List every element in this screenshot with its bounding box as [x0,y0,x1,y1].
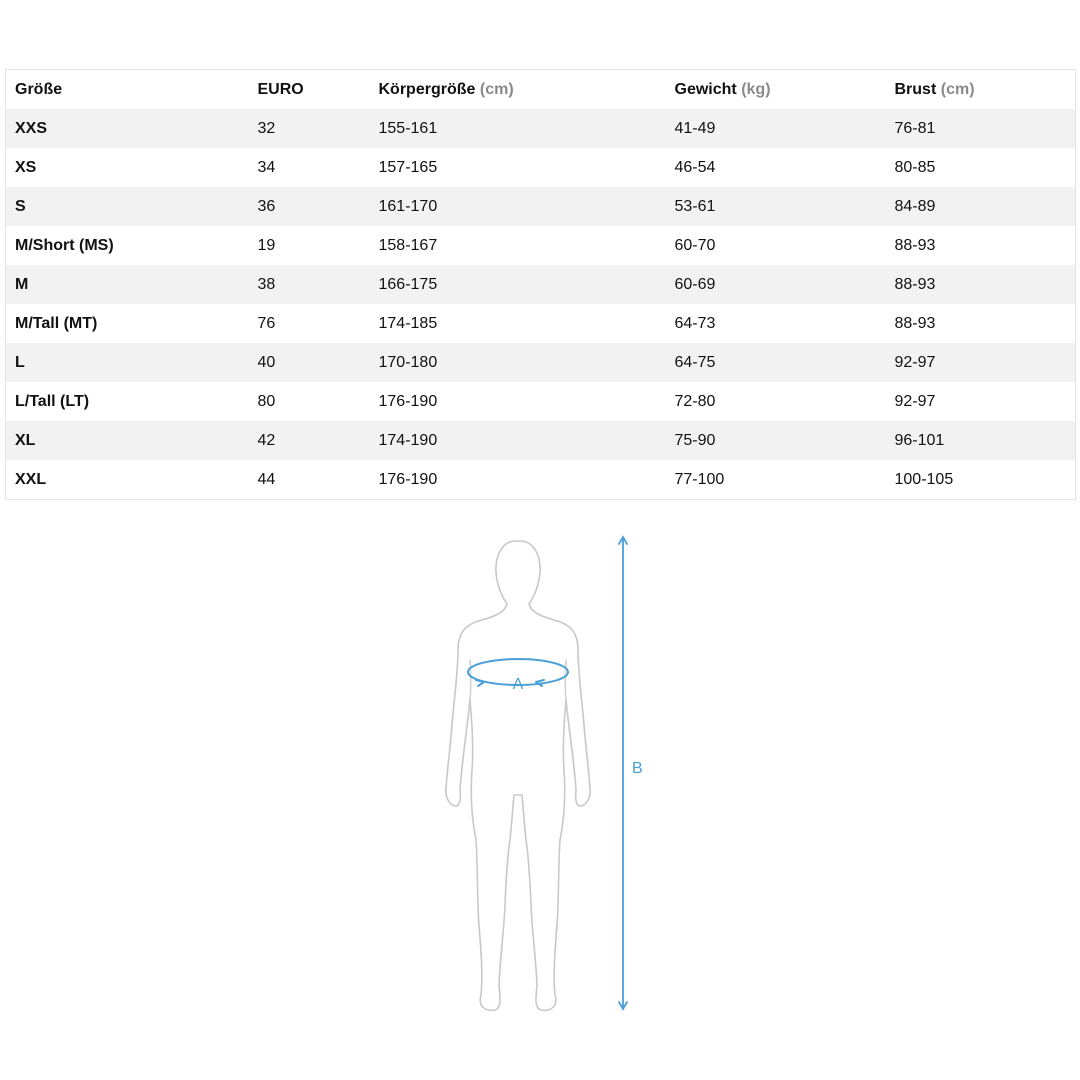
weight-cell: 64-75 [674,353,716,371]
weight-cell: 77-100 [674,470,725,488]
weight-cell: 72-80 [674,392,716,410]
weight-cell: 46-54 [674,158,716,176]
chest-cell: 88-93 [894,236,936,254]
size-cell: L/Tall (LT) [15,392,90,410]
euro-cell: 36 [257,197,276,215]
table-row: S 36 161-170 53-61 84-89 [5,187,1076,226]
weight-cell: 75-90 [674,431,716,449]
table-row: L 40 170-180 64-75 92-97 [5,343,1076,382]
header-unit: (cm) [479,80,514,98]
table-row: XXL 44 176-190 77-100 100-105 [5,460,1076,500]
euro-cell: 40 [257,353,276,371]
table-row: XS 34 157-165 46-54 80-85 [5,148,1076,187]
chest-cell: 80-85 [894,158,936,176]
chest-cell: 96-101 [894,431,945,449]
table-row: L/Tall (LT) 80 176-190 72-80 92-97 [5,382,1076,421]
table-row: M/Tall (MT) 76 174-185 64-73 88-93 [5,304,1076,343]
weight-cell: 60-70 [674,236,716,254]
header-weight: Gewicht (kg) [665,69,886,109]
table-row: XXS 32 155-161 41-49 76-81 [5,109,1076,148]
size-cell: S [15,197,26,215]
header-body-height: Körpergröße (cm) [369,69,666,109]
chest-cell: 76-81 [894,119,936,137]
size-cell: M/Short (MS) [15,236,114,254]
height-label-b: B [632,760,643,777]
height-cell: 161-170 [378,197,438,215]
height-cell: 155-161 [378,119,438,137]
table-row: M/Short (MS) 19 158-167 60-70 88-93 [5,226,1076,265]
euro-cell: 42 [257,431,276,449]
size-cell: XXS [15,119,48,137]
euro-cell: 38 [257,275,276,293]
height-cell: 157-165 [378,158,438,176]
table-row: M 38 166-175 60-69 88-93 [5,265,1076,304]
chest-cell: 100-105 [894,470,954,488]
euro-cell: 44 [257,470,276,488]
height-cell: 176-190 [378,392,438,410]
euro-cell: 34 [257,158,276,176]
height-cell: 174-190 [378,431,438,449]
size-cell: XL [15,431,36,449]
table-row: XL 42 174-190 75-90 96-101 [5,421,1076,460]
chest-cell: 92-97 [894,353,936,371]
height-cell: 158-167 [378,236,438,254]
size-cell: XS [15,158,37,176]
height-cell: 176-190 [378,470,438,488]
header-chest: Brust (cm) [885,69,1076,109]
size-cell: M [15,275,29,293]
euro-cell: 80 [257,392,276,410]
header-size: Größe [5,69,249,109]
size-cell: M/Tall (MT) [15,314,98,332]
chest-cell: 88-93 [894,314,936,332]
euro-cell: 32 [257,119,276,137]
height-cell: 166-175 [378,275,438,293]
chest-cell: 88-93 [894,275,936,293]
size-cell: XXL [15,470,47,488]
weight-cell: 64-73 [674,314,716,332]
size-cell: L [15,353,25,371]
header-unit: (kg) [741,80,771,98]
chest-cell: 92-97 [894,392,936,410]
chest-cell: 84-89 [894,197,936,215]
weight-cell: 41-49 [674,119,716,137]
height-cell: 170-180 [378,353,438,371]
weight-cell: 60-69 [674,275,716,293]
body-measurement-diagram: A B [430,530,670,1020]
height-cell: 174-185 [378,314,438,332]
size-chart-table: Größe EURO Körpergröße (cm) Gewicht (kg)… [5,69,1076,500]
chest-label-a: A [513,676,524,693]
body-outline-figure [445,540,591,1012]
euro-cell: 76 [257,314,276,332]
table-header-row: Größe EURO Körpergröße (cm) Gewicht (kg)… [5,69,1076,109]
height-measurement-line [618,535,628,1011]
euro-cell: 19 [257,236,276,254]
header-unit: (cm) [940,80,975,98]
weight-cell: 53-61 [674,197,716,215]
header-euro: EURO [248,69,370,109]
